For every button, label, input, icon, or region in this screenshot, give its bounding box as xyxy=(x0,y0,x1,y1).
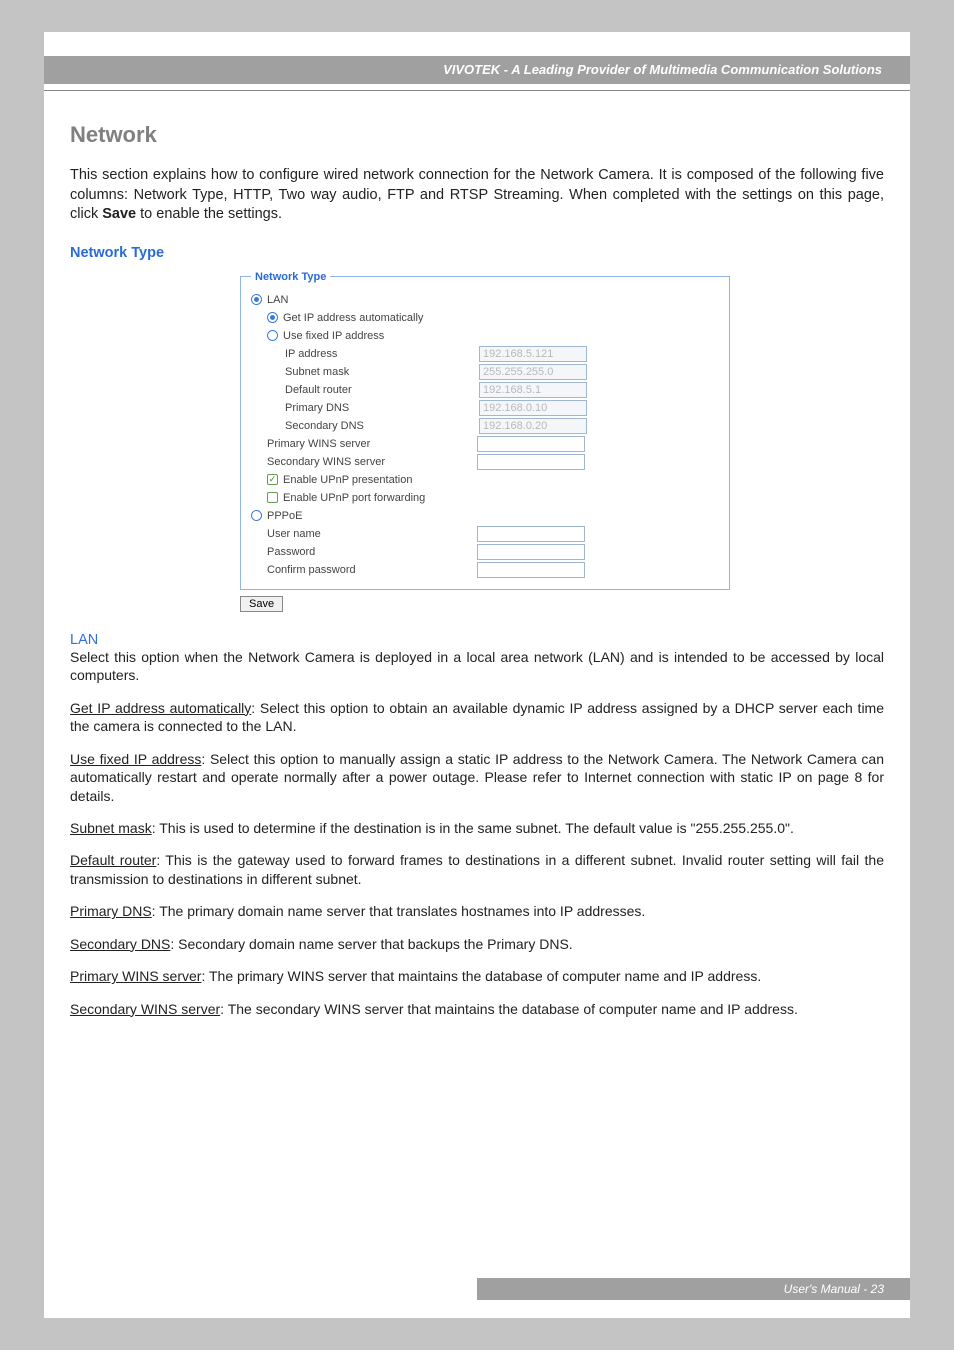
pppoe-confirm-input[interactable] xyxy=(477,562,585,578)
upnp-presentation-row[interactable]: Enable UPnP presentation xyxy=(251,471,719,489)
router-text: : This is the gateway used to forward fr… xyxy=(70,852,884,886)
pppoe-confirm-label: Confirm password xyxy=(267,564,477,576)
dns2-label: Secondary DNS xyxy=(285,420,479,432)
ip-input[interactable] xyxy=(479,346,587,362)
pppoe-label: PPPoE xyxy=(267,510,302,522)
upnp-presentation-label: Enable UPnP presentation xyxy=(283,474,412,486)
dns1-text: : The primary domain name server that tr… xyxy=(152,903,646,919)
router-head: Default router xyxy=(70,852,156,868)
dns2-para: Secondary DNS: Secondary domain name ser… xyxy=(70,935,884,953)
wins1-input[interactable] xyxy=(477,436,585,452)
lan-label: LAN xyxy=(267,294,288,306)
dns2-input[interactable] xyxy=(479,418,587,434)
fixed-ip-radio-row[interactable]: Use fixed IP address xyxy=(251,327,719,345)
mask-para: Subnet mask: This is used to determine i… xyxy=(70,819,884,837)
get-ip-para: Get IP address automatically: Select thi… xyxy=(70,699,884,736)
wins2-input[interactable] xyxy=(477,454,585,470)
network-type-subhead: Network Type xyxy=(70,245,884,261)
fixed-ip-para: Use fixed IP address: Select this option… xyxy=(70,750,884,805)
lan-radio[interactable] xyxy=(251,294,262,305)
pppoe-pass-label: Password xyxy=(267,546,477,558)
intro-b: to enable the settings. xyxy=(136,206,282,222)
pppoe-radio-row[interactable]: PPPoE xyxy=(251,507,719,525)
upnp-portfwd-checkbox[interactable] xyxy=(267,492,278,503)
auto-ip-radio[interactable] xyxy=(267,312,278,323)
save-button[interactable]: Save xyxy=(240,596,283,612)
wins2-head: Secondary WINS server xyxy=(70,1001,220,1017)
upnp-portfwd-label: Enable UPnP port forwarding xyxy=(283,492,425,504)
dns1-para: Primary DNS: The primary domain name ser… xyxy=(70,902,884,920)
mask-label: Subnet mask xyxy=(285,366,479,378)
content-region: Network This section explains how to con… xyxy=(70,122,884,1018)
router-para: Default router: This is the gateway used… xyxy=(70,851,884,888)
lan-heading: LAN xyxy=(70,632,884,648)
lan-text: Select this option when the Network Came… xyxy=(70,648,884,685)
get-ip-head: Get IP address automatically xyxy=(70,700,251,716)
wins1-text: : The primary WINS server that maintains… xyxy=(201,968,761,984)
mask-head: Subnet mask xyxy=(70,820,152,836)
router-label: Default router xyxy=(285,384,479,396)
fixed-ip-radio[interactable] xyxy=(267,330,278,341)
wins2-text: : The secondary WINS server that maintai… xyxy=(220,1001,798,1017)
dns1-label: Primary DNS xyxy=(285,402,479,414)
header-underline xyxy=(44,90,910,91)
wins2-para: Secondary WINS server: The secondary WIN… xyxy=(70,1000,884,1018)
pppoe-pass-input[interactable] xyxy=(477,544,585,560)
dns1-head: Primary DNS xyxy=(70,903,152,919)
wins2-label: Secondary WINS server xyxy=(267,456,477,468)
header-banner: VIVOTEK - A Leading Provider of Multimed… xyxy=(44,56,910,84)
mask-text: : This is used to determine if the desti… xyxy=(152,820,794,836)
lan-radio-row[interactable]: LAN xyxy=(251,291,719,309)
intro-paragraph: This section explains how to configure w… xyxy=(70,166,884,225)
router-input[interactable] xyxy=(479,382,587,398)
footer-bar: User's Manual - 23 xyxy=(477,1278,910,1300)
pppoe-user-label: User name xyxy=(267,528,477,540)
pppoe-user-input[interactable] xyxy=(477,526,585,542)
auto-ip-label: Get IP address automatically xyxy=(283,312,423,324)
wins1-label: Primary WINS server xyxy=(267,438,477,450)
dns2-head: Secondary DNS xyxy=(70,936,170,952)
fixed-ip-label: Use fixed IP address xyxy=(283,330,384,342)
section-title: Network xyxy=(70,122,884,148)
upnp-portfwd-row[interactable]: Enable UPnP port forwarding xyxy=(251,489,719,507)
dns2-text: : Secondary domain name server that back… xyxy=(170,936,572,952)
auto-ip-radio-row[interactable]: Get IP address automatically xyxy=(251,309,719,327)
network-type-panel: Network Type LAN Get IP address automati… xyxy=(240,271,730,590)
network-type-fieldset: Network Type LAN Get IP address automati… xyxy=(240,271,730,590)
ip-label: IP address xyxy=(285,348,479,360)
wins1-head: Primary WINS server xyxy=(70,968,201,984)
mask-input[interactable] xyxy=(479,364,587,380)
page: VIVOTEK - A Leading Provider of Multimed… xyxy=(44,32,910,1318)
wins1-para: Primary WINS server: The primary WINS se… xyxy=(70,967,884,985)
dns1-input[interactable] xyxy=(479,400,587,416)
intro-bold: Save xyxy=(102,206,136,222)
fieldset-legend: Network Type xyxy=(251,271,330,283)
fixed-ip-head: Use fixed IP address xyxy=(70,751,201,767)
pppoe-radio[interactable] xyxy=(251,510,262,521)
upnp-presentation-checkbox[interactable] xyxy=(267,474,278,485)
